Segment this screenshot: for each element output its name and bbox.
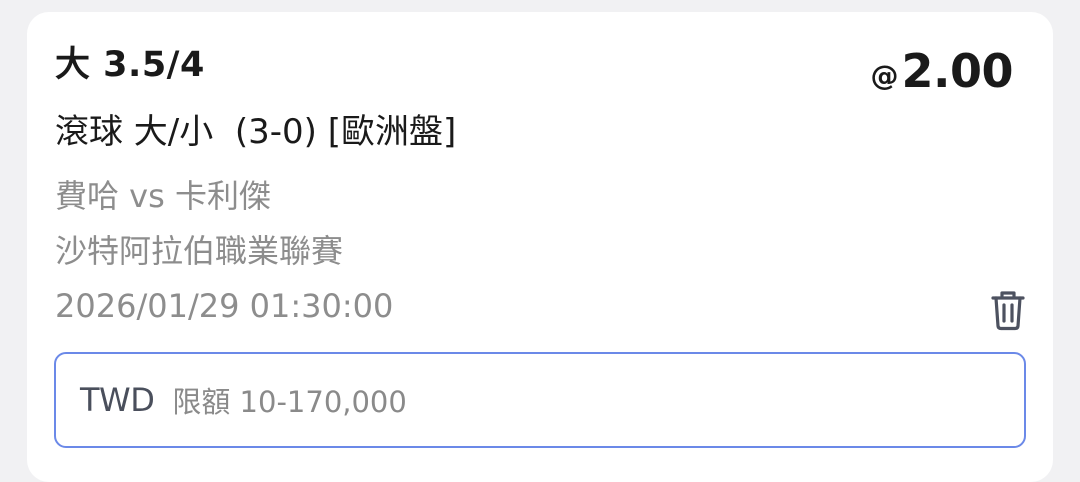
league-name: 沙特阿拉伯職業聯賽 bbox=[55, 232, 344, 270]
match-teams: 費哈 vs 卡利傑 bbox=[55, 177, 271, 215]
bet-selection: 大 3.5/4 bbox=[55, 45, 205, 85]
stake-input[interactable]: TWD 限額 10-170,000 bbox=[54, 352, 1026, 448]
match-datetime: 2026/01/29 01:30:00 bbox=[55, 287, 394, 325]
trash-icon-graphic bbox=[991, 291, 1025, 331]
market-description: 滾球 大/小 (3-0) [歐洲盤] bbox=[55, 112, 457, 152]
currency-label: TWD bbox=[80, 381, 155, 419]
trash-icon[interactable] bbox=[989, 289, 1027, 331]
odds-prefix: @ bbox=[870, 59, 899, 92]
odds-display: @ 2.00 bbox=[871, 48, 1014, 94]
odds-value: 2.00 bbox=[901, 44, 1014, 98]
stake-limit-placeholder: 限額 10-170,000 bbox=[172, 385, 407, 419]
bet-slip-card: 大 3.5/4 @ 2.00 滾球 大/小 (3-0) [歐洲盤] 費哈 vs … bbox=[27, 12, 1053, 482]
